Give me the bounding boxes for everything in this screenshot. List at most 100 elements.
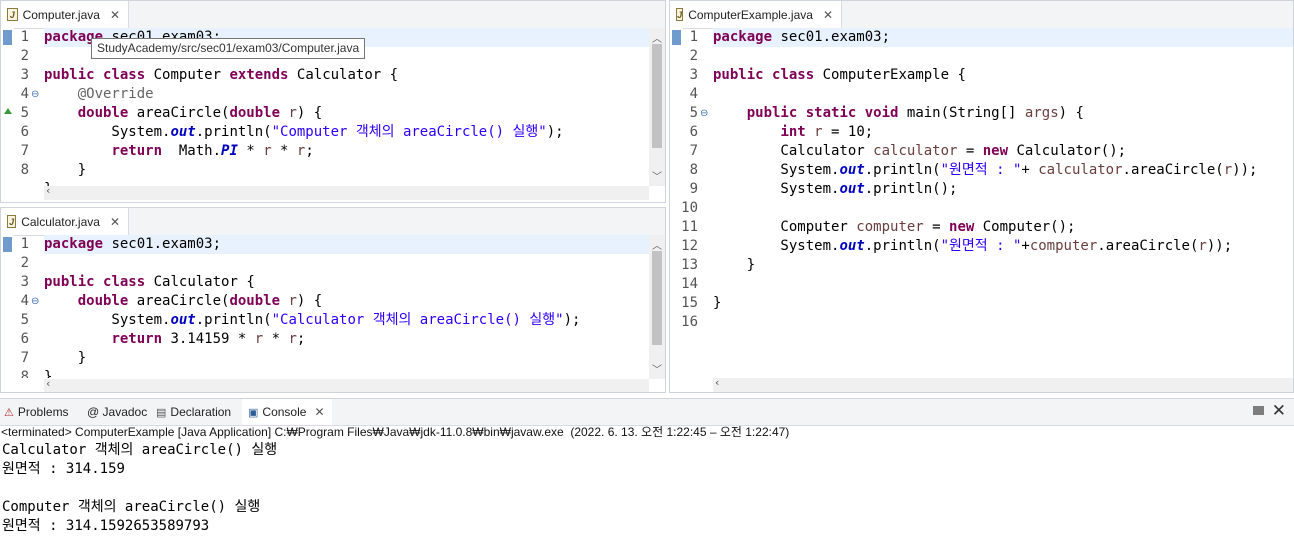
close-icon[interactable]: ✕	[110, 8, 120, 22]
scroll-up-icon[interactable]: ︿	[649, 237, 665, 252]
override-marker-icon	[4, 108, 12, 114]
code-line: System.out.println("Computer 객체의 areaCir…	[44, 124, 564, 140]
line-number: 6	[20, 331, 29, 347]
tab-computer-java[interactable]: J Computer.java ✕	[1, 1, 129, 28]
scroll-left-icon[interactable]: ‹	[715, 376, 719, 389]
line-number: 6	[689, 124, 698, 140]
fold-toggle-icon[interactable]: ⊖	[700, 104, 708, 123]
code-line: package sec01.exam03;	[44, 235, 649, 254]
line-number: 8	[689, 162, 698, 178]
tab-problems[interactable]: ⚠ Problems	[4, 399, 69, 425]
line-number: 4	[20, 86, 29, 102]
code-area[interactable]: package sec01.exam03; public class Compu…	[713, 28, 1293, 392]
scroll-left-icon[interactable]: ‹	[46, 377, 50, 390]
code-area[interactable]: package sec01.exam03; public class Calcu…	[44, 235, 649, 392]
code-line: System.out.println("원면적 : "+ calculator.…	[713, 162, 1258, 178]
minimize-icon[interactable]	[1253, 406, 1264, 415]
line-number: 12	[681, 238, 698, 254]
line-number: 4	[20, 293, 29, 309]
line-number: 9	[689, 181, 698, 197]
tab-computer-example-java[interactable]: J ComputerExample.java ✕	[670, 1, 842, 28]
code-line: }	[44, 350, 87, 366]
console-line: Computer 객체의 areaCircle() 실행	[2, 499, 261, 515]
tab-label: Console	[262, 405, 307, 419]
code-line: }	[713, 257, 756, 273]
vertical-scrollbar[interactable]: ︿ ﹀	[649, 235, 665, 379]
code-line: public class Calculator {	[44, 274, 255, 290]
console-status: <terminated> ComputerExample [Java Appli…	[1, 425, 790, 439]
console-line: 원면적 : 314.1592653589793	[2, 518, 210, 534]
code-line: @Override	[77, 86, 154, 102]
line-number: 1	[689, 29, 698, 45]
line-number: 4	[689, 86, 698, 102]
scroll-left-icon[interactable]: ‹	[46, 184, 50, 197]
line-number: 7	[20, 143, 29, 159]
scroll-thumb[interactable]	[652, 44, 662, 148]
close-icon[interactable]: ✕	[314, 405, 324, 419]
code-line: System.out.println("원면적 : "+computer.are…	[713, 238, 1233, 254]
line-number: 13	[681, 257, 698, 273]
close-icon[interactable]: ✕	[110, 215, 120, 229]
tab-label: Calculator.java	[21, 214, 100, 229]
overview-ruler	[1, 235, 14, 392]
fold-toggle-icon[interactable]: ⊖	[31, 85, 39, 104]
code-editor[interactable]: 1 2 3 4 5 ⊖ 6 7 8 9 10 11 12 13 14 15 16…	[670, 28, 1293, 392]
code-line: int r = 10;	[780, 124, 874, 140]
code-line: System.out.println();	[713, 181, 958, 197]
problems-icon: ⚠	[4, 406, 14, 419]
scroll-thumb[interactable]	[652, 251, 662, 345]
horizontal-scrollbar[interactable]: ‹	[44, 377, 649, 392]
tab-label: Problems	[17, 405, 69, 419]
scroll-up-icon[interactable]: ︿	[649, 30, 665, 45]
scroll-down-icon[interactable]: ﹀	[649, 168, 665, 183]
horizontal-scrollbar[interactable]: ‹	[713, 376, 1293, 392]
overview-ruler	[1, 28, 14, 202]
line-number: 2	[689, 48, 698, 64]
tab-declaration[interactable]: ▤ Declaration	[156, 399, 231, 425]
tab-console[interactable]: ▣ Console ✕	[242, 399, 332, 425]
code-line: }	[713, 295, 722, 311]
line-number: 2	[20, 48, 29, 64]
console-line: Calculator 객체의 areaCircle() 실행	[2, 442, 278, 458]
line-number: 2	[20, 255, 29, 271]
code-line: return 3.14159 * r * r;	[111, 331, 306, 347]
line-number: 5	[20, 105, 29, 121]
java-file-icon: J	[7, 8, 18, 21]
code-line: }	[44, 162, 87, 178]
line-number: 3	[20, 274, 29, 290]
line-number: 5	[20, 312, 29, 328]
tab-calculator-java[interactable]: J Calculator.java ✕	[1, 208, 129, 235]
editor-tabbar: J Calculator.java ✕	[1, 208, 665, 236]
java-file-icon: J	[676, 8, 684, 21]
tab-label: @ Javadoc	[87, 405, 148, 419]
maximize-icon[interactable]: ✕	[1272, 401, 1286, 421]
horizontal-scrollbar[interactable]: ‹	[44, 184, 649, 200]
scroll-down-icon[interactable]: ﹀	[649, 361, 665, 376]
editor-tabbar: J ComputerExample.java ✕	[670, 1, 1293, 29]
code-line: package sec01.exam03;	[713, 28, 1293, 47]
line-number-gutter: 1 2 3 4 5 ⊖ 6 7 8 9 10 11 12 13 14 15 16	[681, 28, 711, 392]
close-icon[interactable]: ✕	[823, 8, 833, 22]
fold-toggle-icon[interactable]: ⊖	[31, 292, 39, 311]
line-number: 8	[20, 369, 29, 378]
vertical-scrollbar[interactable]: ︿ ﹀	[649, 28, 665, 186]
code-editor[interactable]: 1 2 3 4 ⊖ 5 6 7 8 package sec01.exam03; …	[1, 235, 665, 392]
line-number: 15	[681, 295, 698, 311]
tab-label: ComputerExample.java	[688, 7, 813, 22]
code-line: public class Computer extends Calculator…	[44, 67, 399, 83]
file-path-tooltip: StudyAcademy/src/sec01/exam03/Computer.j…	[91, 38, 366, 59]
line-number: 7	[20, 350, 29, 366]
line-number: 7	[689, 143, 698, 159]
calculator-editor-pane: J Calculator.java ✕ 1 2 3 4 ⊖ 5 6 7 8 pa…	[0, 207, 666, 393]
console-output[interactable]: Calculator 객체의 areaCircle() 실행 원면적 : 314…	[0, 441, 1294, 540]
code-line: Calculator calculator = new Calculator()…	[713, 143, 1127, 159]
code-line: public class ComputerExample {	[713, 67, 966, 83]
line-number: 5	[689, 105, 698, 121]
code-line: public static void main(String[] args) {	[746, 105, 1084, 121]
declaration-icon: ▤	[156, 406, 167, 419]
tab-javadoc[interactable]: @ Javadoc	[87, 399, 147, 425]
line-number: 10	[681, 200, 698, 216]
editor-tabbar: J Computer.java ✕	[1, 1, 665, 29]
line-number: 8	[20, 162, 29, 178]
line-number-gutter: 1 2 3 4 ⊖ 5 6 7 8	[14, 235, 42, 392]
